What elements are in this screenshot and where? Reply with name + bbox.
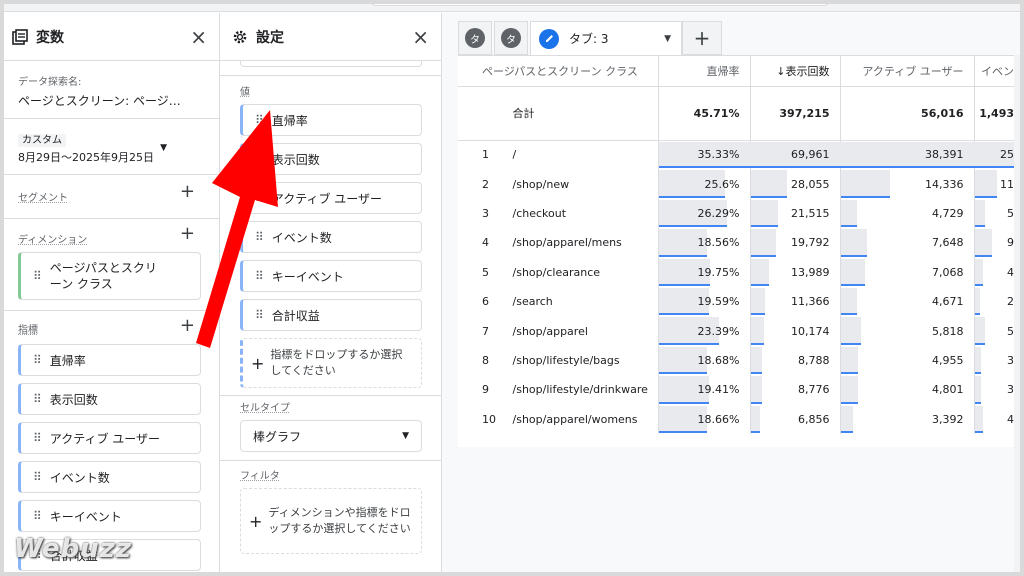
red-arrow-icon: [196, 110, 278, 348]
watermark-logo: Webuzz: [14, 534, 133, 564]
annotation-arrow: [196, 110, 278, 348]
